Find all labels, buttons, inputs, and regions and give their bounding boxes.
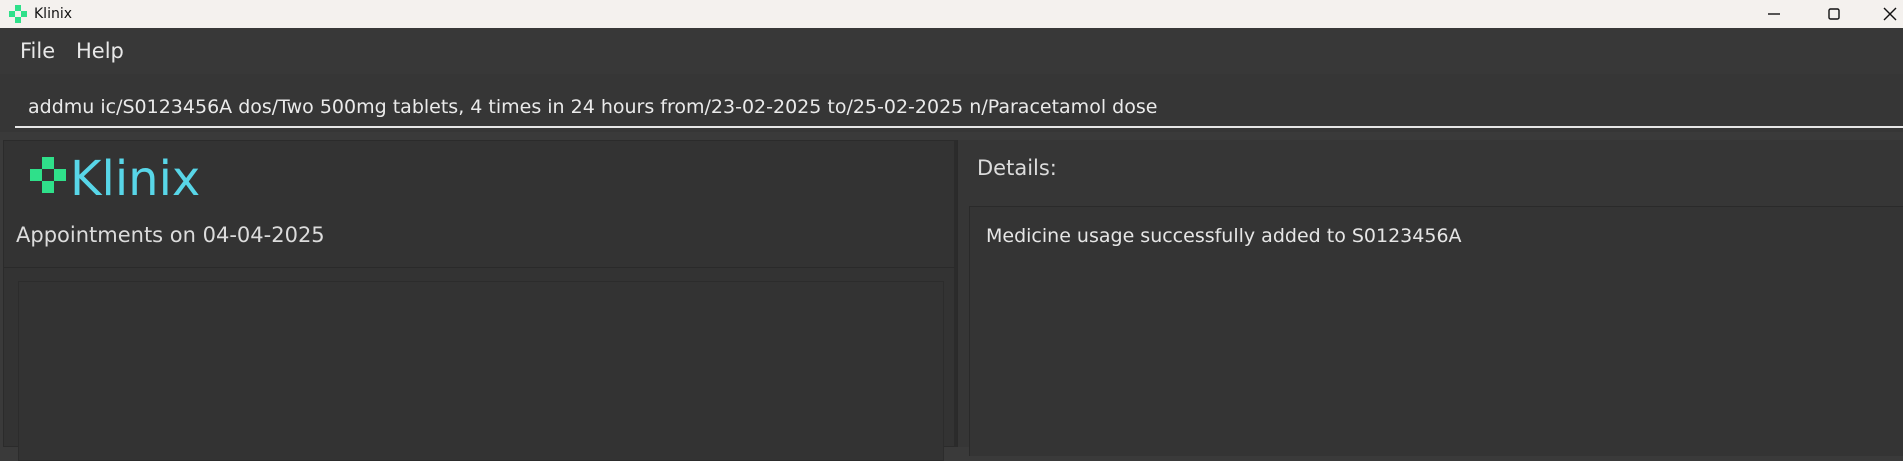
logo-text: Klinix [70,153,200,207]
close-button[interactable] [1860,0,1903,28]
klinix-app-icon [9,5,27,23]
command-input[interactable] [15,88,1903,128]
menu-file[interactable]: File [20,37,55,65]
appointments-title: Appointments on 04-04-2025 [16,223,325,247]
maximize-icon [1828,8,1840,20]
maximize-button[interactable] [1804,0,1864,28]
details-panel: Details: Medicine usage successfully add… [957,140,1903,456]
menu-help[interactable]: Help [76,37,124,65]
command-box [0,74,1903,132]
divider [4,267,956,268]
details-label: Details: [977,156,1057,180]
result-display[interactable]: Medicine usage successfully added to S01… [969,206,1903,456]
minimize-icon [1768,13,1780,15]
klinix-logo: Klinix [30,153,200,207]
title-bar: Klinix [0,0,1903,28]
close-icon [1883,7,1897,21]
result-message: Medicine usage successfully added to S01… [986,225,1462,247]
window-title: Klinix [34,6,73,22]
minimize-button[interactable] [1744,0,1804,28]
menu-bar: File Help [0,28,1903,74]
appointments-list[interactable] [18,281,944,461]
appointments-panel: Klinix Appointments on 04-04-2025 [3,140,956,461]
